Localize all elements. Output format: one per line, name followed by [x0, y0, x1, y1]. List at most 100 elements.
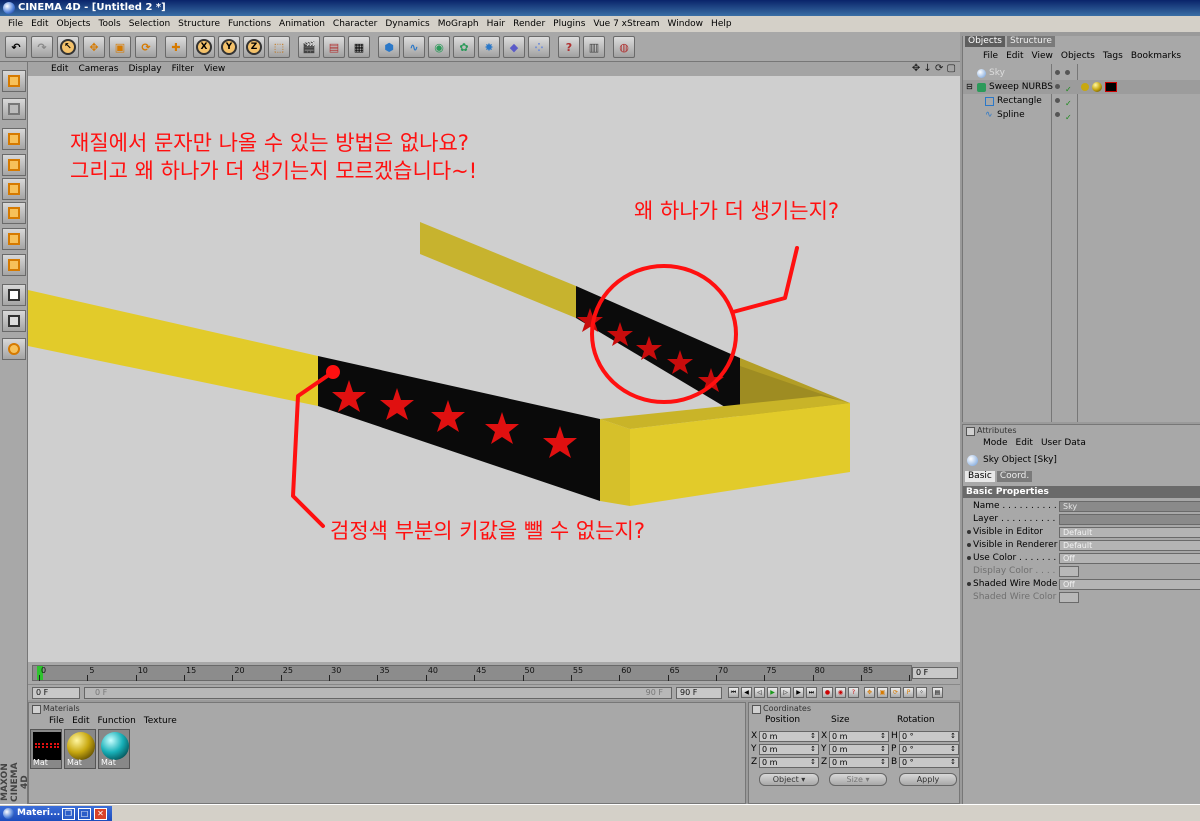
render-picture-viewer-icon[interactable]: ▤: [323, 36, 345, 58]
attribute-value-field[interactable]: [1059, 566, 1079, 577]
material-tag-text-icon[interactable]: [1105, 82, 1117, 92]
editor-visibility-dot[interactable]: [1055, 70, 1060, 75]
render-settings-icon[interactable]: ▦: [348, 36, 370, 58]
material-tag-yellow-icon[interactable]: [1092, 82, 1102, 92]
object-row-sweep-nurbs[interactable]: ⊟ Sweep NURBS ✓: [963, 80, 1200, 94]
pos-0-field[interactable]: 0 m: [759, 731, 819, 742]
redo-icon[interactable]: ↷: [31, 36, 53, 58]
help-icon[interactable]: ?: [558, 36, 580, 58]
rot-1-field[interactable]: 0 °: [899, 744, 959, 755]
attribute-value-field[interactable]: Sky: [1059, 501, 1200, 512]
previous-key-icon[interactable]: ◀: [741, 687, 752, 698]
maximize-icon[interactable]: □: [78, 808, 91, 820]
materials-task-button[interactable]: Materi... ❐ □ ✕: [0, 806, 112, 821]
menu-selection[interactable]: Selection: [125, 16, 174, 32]
menu-hair[interactable]: Hair: [483, 16, 509, 32]
point-mode-icon[interactable]: [2, 154, 26, 176]
materials-menu-file[interactable]: File: [45, 716, 68, 726]
viewport-menu-edit[interactable]: Edit: [46, 64, 73, 74]
nurbs-icon[interactable]: ◉: [428, 36, 450, 58]
close-icon[interactable]: ✕: [94, 808, 107, 820]
move-tool-icon[interactable]: ✥: [83, 36, 105, 58]
sculpt-icon[interactable]: [2, 338, 26, 360]
editor-visibility-dot[interactable]: [1055, 112, 1060, 117]
size-1-field[interactable]: 0 m: [829, 744, 889, 755]
edge-mode-icon[interactable]: [2, 178, 26, 200]
undo-icon[interactable]: ↶: [5, 36, 27, 58]
menu-window[interactable]: Window: [664, 16, 708, 32]
size-0-field[interactable]: 0 m: [829, 731, 889, 742]
tab-objects[interactable]: Objects: [965, 36, 1006, 47]
animation-bullet-icon[interactable]: [967, 530, 971, 534]
scale-key-icon[interactable]: ▣: [877, 687, 888, 698]
animation-bullet-icon[interactable]: [967, 582, 971, 586]
viewport-menu-view[interactable]: View: [199, 64, 230, 74]
previous-frame-icon[interactable]: ◁: [754, 687, 765, 698]
workplane-icon[interactable]: [2, 254, 26, 276]
spline-tool-icon[interactable]: ∿: [403, 36, 425, 58]
menu-character[interactable]: Character: [329, 16, 381, 32]
menu-functions[interactable]: Functions: [224, 16, 275, 32]
position-key-icon[interactable]: ✥: [864, 687, 875, 698]
restore-icon[interactable]: ❐: [62, 808, 75, 820]
objects-menu-file[interactable]: File: [979, 51, 1002, 61]
start-frame-field[interactable]: 0 F: [32, 687, 80, 699]
add-object-icon[interactable]: ✚: [165, 36, 187, 58]
tab-structure[interactable]: Structure: [1007, 36, 1055, 47]
animation-bullet-icon[interactable]: [967, 556, 971, 560]
objects-menu-bookmarks[interactable]: Bookmarks: [1127, 51, 1185, 61]
timeline-ruler[interactable]: 051015202530354045505560657075808590: [32, 665, 922, 681]
editor-visibility-dot[interactable]: [1055, 98, 1060, 103]
menu-structure[interactable]: Structure: [174, 16, 224, 32]
viewport-layout-icon[interactable]: [2, 70, 26, 92]
menu-mograph[interactable]: MoGraph: [434, 16, 483, 32]
next-key-icon[interactable]: ▶: [793, 687, 804, 698]
size-mode-dropdown[interactable]: Size ▾: [829, 773, 887, 786]
go-to-end-icon[interactable]: ⏭: [806, 687, 817, 698]
attribute-value-field[interactable]: Default: [1059, 540, 1200, 551]
menu-file[interactable]: File: [4, 16, 27, 32]
frame-range-slider[interactable]: 0 F 90 F: [84, 687, 672, 699]
cube-primitive-icon[interactable]: ⬢: [378, 36, 400, 58]
attributes-menu-user-data[interactable]: User Data: [1037, 438, 1090, 448]
x-axis-lock-button[interactable]: X: [193, 36, 215, 58]
attributes-menu-edit[interactable]: Edit: [1012, 438, 1037, 448]
pos-2-field[interactable]: 0 m: [759, 757, 819, 768]
render-visibility-dot[interactable]: [1065, 70, 1070, 75]
current-frame-field[interactable]: 0 F: [912, 667, 958, 679]
pos-1-field[interactable]: 0 m: [759, 744, 819, 755]
materials-menu-texture[interactable]: Texture: [140, 716, 181, 726]
scale-tool-icon[interactable]: ▣: [109, 36, 131, 58]
collapse-toggle-icon[interactable]: ⊟: [966, 80, 973, 94]
viewport-menu-filter[interactable]: Filter: [167, 64, 199, 74]
coordinate-mode-dropdown[interactable]: Object ▾: [759, 773, 819, 786]
play-icon[interactable]: ▶: [767, 687, 778, 698]
rotation-key-icon[interactable]: ⟳: [890, 687, 901, 698]
checker-icon[interactable]: [2, 284, 26, 306]
material-swatch-yellow[interactable]: Mat: [64, 729, 96, 769]
phong-tag-icon[interactable]: [1081, 83, 1089, 91]
3d-viewport[interactable]: 재질에서 문자만 나올 수 있는 방법은 없나요? 그리고 왜 하나가 더 생기…: [28, 76, 960, 662]
rot-2-field[interactable]: 0 °: [899, 757, 959, 768]
keyframe-selection-icon[interactable]: ?: [848, 687, 859, 698]
deformer-icon[interactable]: ✸: [478, 36, 500, 58]
texture-mode-icon[interactable]: [2, 228, 26, 250]
objects-menu-objects[interactable]: Objects: [1057, 51, 1099, 61]
menu-help[interactable]: Help: [707, 16, 736, 32]
menu-vue-7-xstream[interactable]: Vue 7 xStream: [589, 16, 663, 32]
parameter-key-icon[interactable]: P: [903, 687, 914, 698]
menu-tools[interactable]: Tools: [95, 16, 125, 32]
particle-icon[interactable]: ⁘: [528, 36, 550, 58]
autokey-icon[interactable]: ◉: [835, 687, 846, 698]
coordinate-system-icon[interactable]: ⬚: [268, 36, 290, 58]
animation-bullet-icon[interactable]: [967, 543, 971, 547]
editor-visibility-dot[interactable]: [1055, 84, 1060, 89]
attribute-value-field[interactable]: [1059, 592, 1079, 603]
object-row-sky[interactable]: Sky: [963, 66, 1200, 80]
z-axis-lock-button[interactable]: Z: [243, 36, 265, 58]
material-swatch-text[interactable]: Mat: [30, 729, 62, 769]
attribute-value-field[interactable]: [1059, 514, 1200, 525]
viewport-menu-cameras[interactable]: Cameras: [73, 64, 123, 74]
rot-0-field[interactable]: 0 °: [899, 731, 959, 742]
scene-icon[interactable]: ◆: [503, 36, 525, 58]
